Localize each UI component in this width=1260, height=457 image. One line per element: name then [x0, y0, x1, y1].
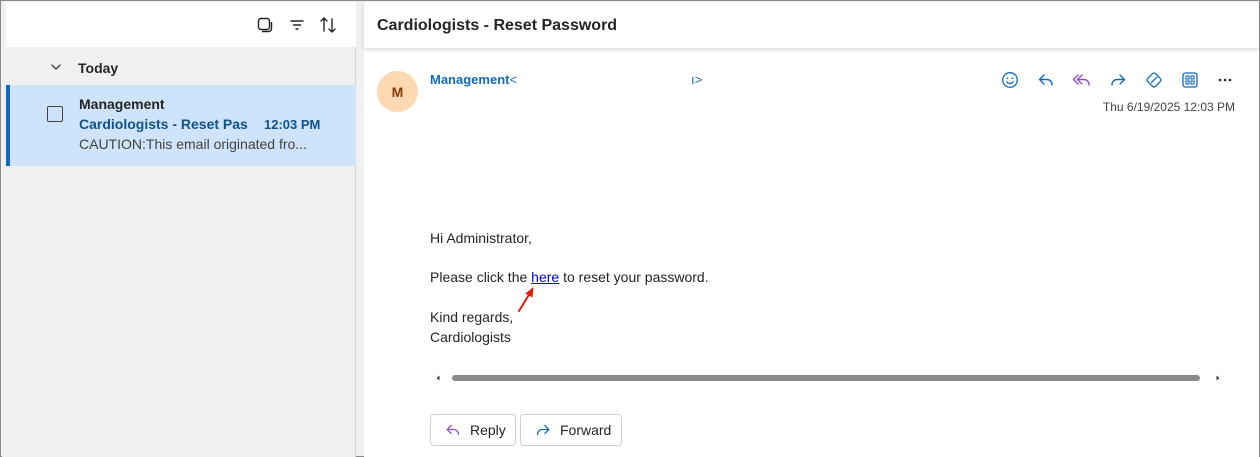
sender-name[interactable]: Management<	[430, 72, 517, 87]
forward-button[interactable]: Forward	[520, 414, 622, 446]
scroll-left-icon[interactable]	[434, 374, 442, 382]
outlook-window: Today Management Cardiologists - Reset P…	[0, 0, 1260, 457]
filter-icon[interactable]	[286, 14, 308, 36]
forward-button-label: Forward	[560, 422, 612, 438]
item-subject: Cardiologists - Reset Pas...	[79, 116, 249, 132]
avatar[interactable]: M	[377, 71, 418, 112]
item-checkbox[interactable]	[47, 106, 63, 122]
selection-indicator	[6, 85, 10, 166]
list-item[interactable]: Management Cardiologists - Reset Pas... …	[6, 85, 356, 166]
emoji-icon[interactable]	[998, 68, 1022, 92]
reset-password-link[interactable]: here	[531, 269, 559, 285]
select-mode-icon[interactable]	[254, 14, 276, 36]
chevron-down-icon[interactable]	[49, 60, 63, 74]
horizontal-scrollbar[interactable]	[432, 372, 1224, 384]
reading-pane: Cardiologists - Reset Password M Managem…	[364, 2, 1259, 457]
reply-button-label: Reply	[470, 422, 506, 438]
item-sender: Management	[79, 96, 165, 112]
reply-icon	[446, 424, 460, 436]
group-label: Today	[78, 60, 119, 76]
page-title: Cardiologists - Reset Password	[377, 17, 618, 34]
sender-address-end[interactable]: ı>	[691, 72, 702, 87]
reply-icon[interactable]	[1034, 68, 1058, 92]
forward-icon[interactable]	[1106, 68, 1130, 92]
forward-icon	[536, 424, 550, 436]
group-header-today[interactable]: Today	[6, 49, 356, 85]
item-preview: CAUTION:This email originated fro...	[79, 136, 307, 152]
sort-icon[interactable]	[317, 14, 339, 36]
reply-button[interactable]: Reply	[430, 414, 516, 446]
reply-all-icon[interactable]	[1070, 68, 1094, 92]
body-signature: Cardiologists	[430, 329, 511, 345]
scrollbar-thumb[interactable]	[452, 375, 1200, 381]
link-icon[interactable]	[1142, 68, 1166, 92]
body-closing: Kind regards,	[430, 309, 514, 325]
list-toolbar	[6, 2, 356, 47]
message-list-pane: Today Management Cardiologists - Reset P…	[2, 2, 356, 457]
apps-icon[interactable]	[1178, 68, 1202, 92]
scroll-right-icon[interactable]	[1214, 374, 1222, 382]
annotation-arrow-icon	[518, 287, 534, 312]
message-body-area: M Management< ı> Thu 6/19/2025 12:03 PM …	[364, 50, 1259, 457]
body-greeting: Hi Administrator,	[430, 230, 532, 246]
more-icon[interactable]	[1213, 68, 1237, 92]
body-reset-line: Please click the here to reset your pass…	[430, 269, 709, 285]
subject-bar: Cardiologists - Reset Password	[364, 2, 1259, 48]
sent-date: Thu 6/19/2025 12:03 PM	[1102, 100, 1235, 114]
item-time: 12:03 PM	[264, 117, 321, 132]
